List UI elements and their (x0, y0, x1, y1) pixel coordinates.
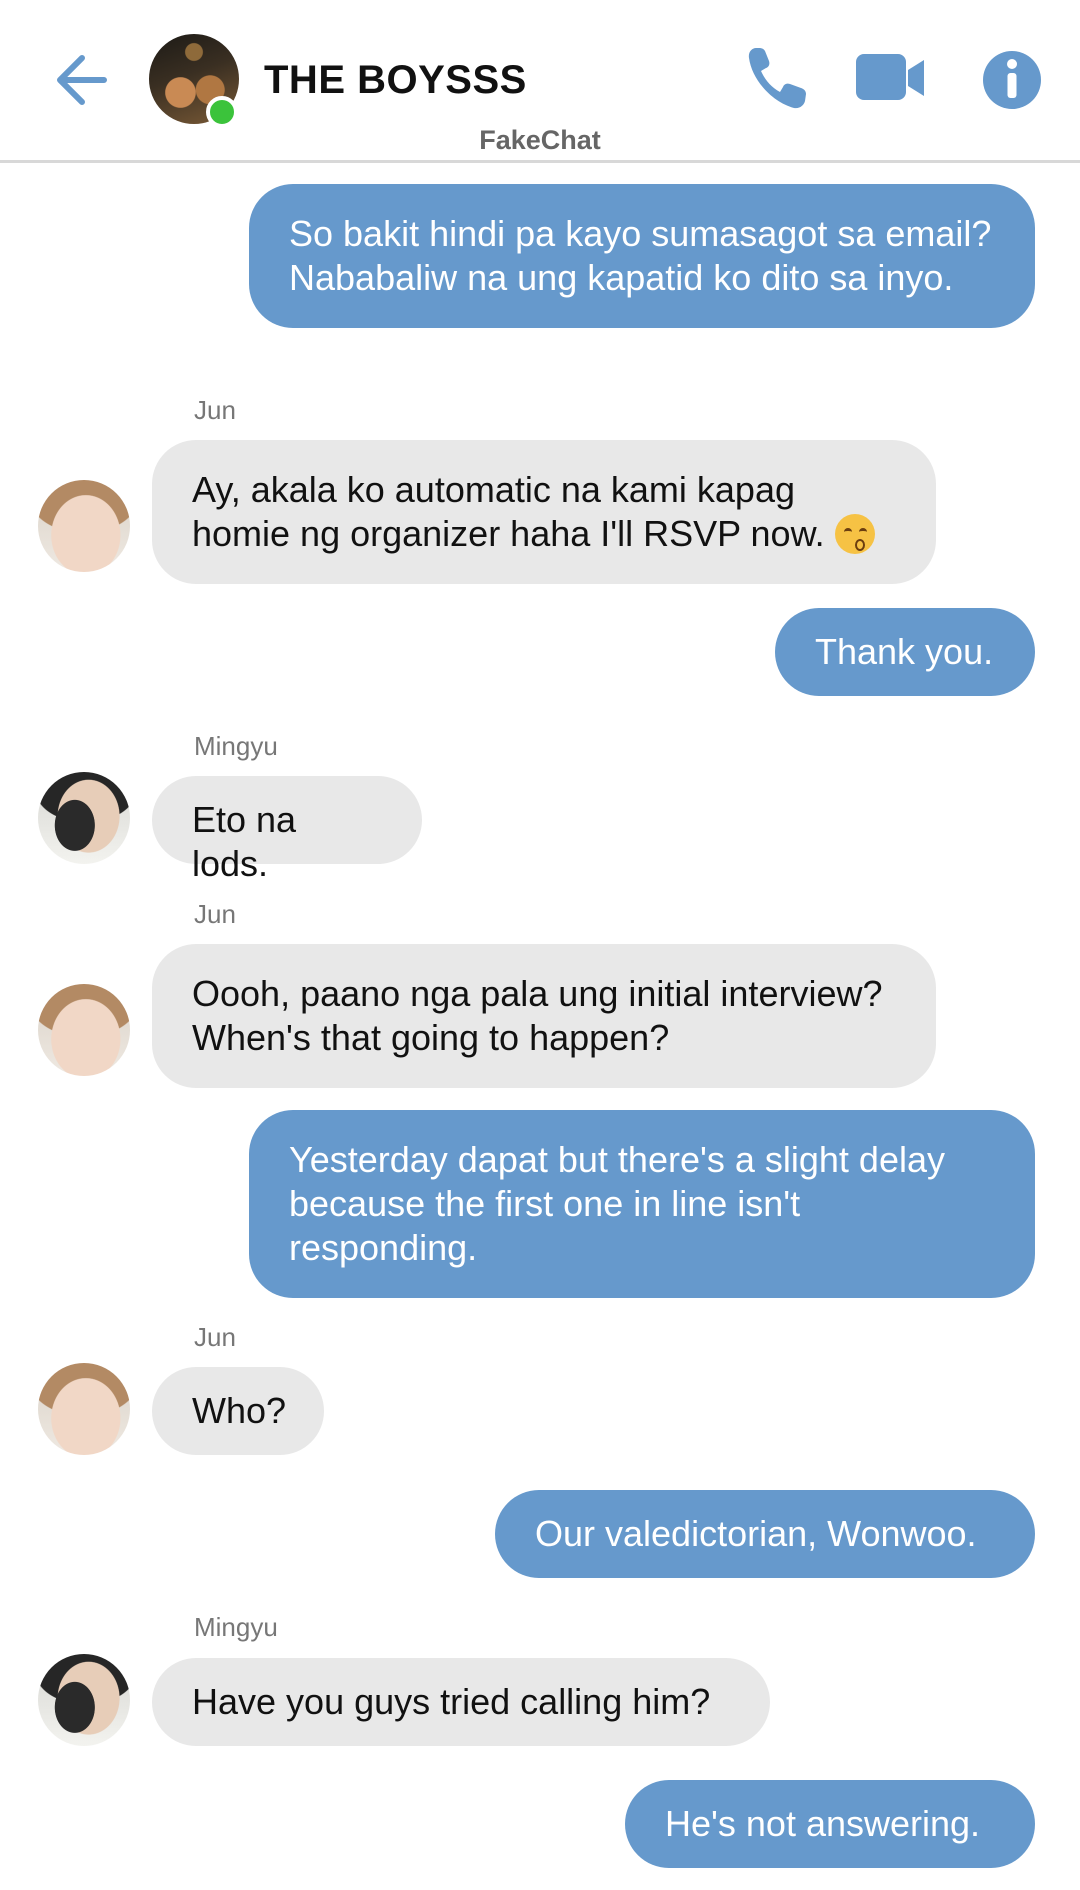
avatar-mingyu[interactable] (38, 1654, 130, 1746)
incoming-message[interactable]: Ay, akala ko automatic na kami kapag hom… (152, 440, 936, 584)
incoming-message[interactable]: Eto na lods. (152, 776, 422, 884)
incoming-message[interactable]: Who? (152, 1367, 324, 1455)
sender-name: Jun (194, 395, 236, 425)
avatar-mingyu[interactable] (38, 772, 130, 864)
outgoing-message[interactable]: Our valedictorian, Wonwoo. (495, 1490, 1035, 1578)
sender-name: Mingyu (194, 1612, 278, 1642)
chat-title[interactable]: THE BOYSSS (264, 58, 527, 103)
outgoing-message[interactable]: Thank you. (775, 608, 1035, 696)
chat-header: THE BOYSSS FakeChat (0, 0, 1080, 163)
avatar-jun[interactable] (38, 480, 130, 572)
phone-icon[interactable] (744, 42, 810, 114)
incoming-message[interactable]: Oooh, paano nga pala ung initial intervi… (152, 944, 936, 1088)
message-text: Ay, akala ko automatic na kami kapag hom… (192, 469, 825, 554)
sender-name: Mingyu (194, 731, 278, 761)
avatar-jun[interactable] (38, 984, 130, 1076)
sender-name: Jun (194, 899, 236, 929)
avatar-jun[interactable] (38, 1363, 130, 1455)
video-camera-icon[interactable] (854, 42, 926, 114)
online-status-indicator (206, 96, 238, 128)
kissing-face-emoji-icon (834, 514, 875, 554)
outgoing-message[interactable]: So bakit hindi pa kayo sumasagot sa emai… (249, 184, 1035, 328)
back-arrow-icon[interactable] (52, 48, 112, 112)
incoming-message[interactable]: Have you guys tried calling him? (152, 1658, 770, 1746)
app-watermark: FakeChat (479, 125, 601, 155)
sender-name: Jun (194, 1322, 236, 1352)
info-icon[interactable] (980, 42, 1044, 114)
outgoing-message[interactable]: He's not answering. (625, 1780, 1035, 1868)
outgoing-message[interactable]: Yesterday dapat but there's a slight del… (249, 1110, 1035, 1298)
